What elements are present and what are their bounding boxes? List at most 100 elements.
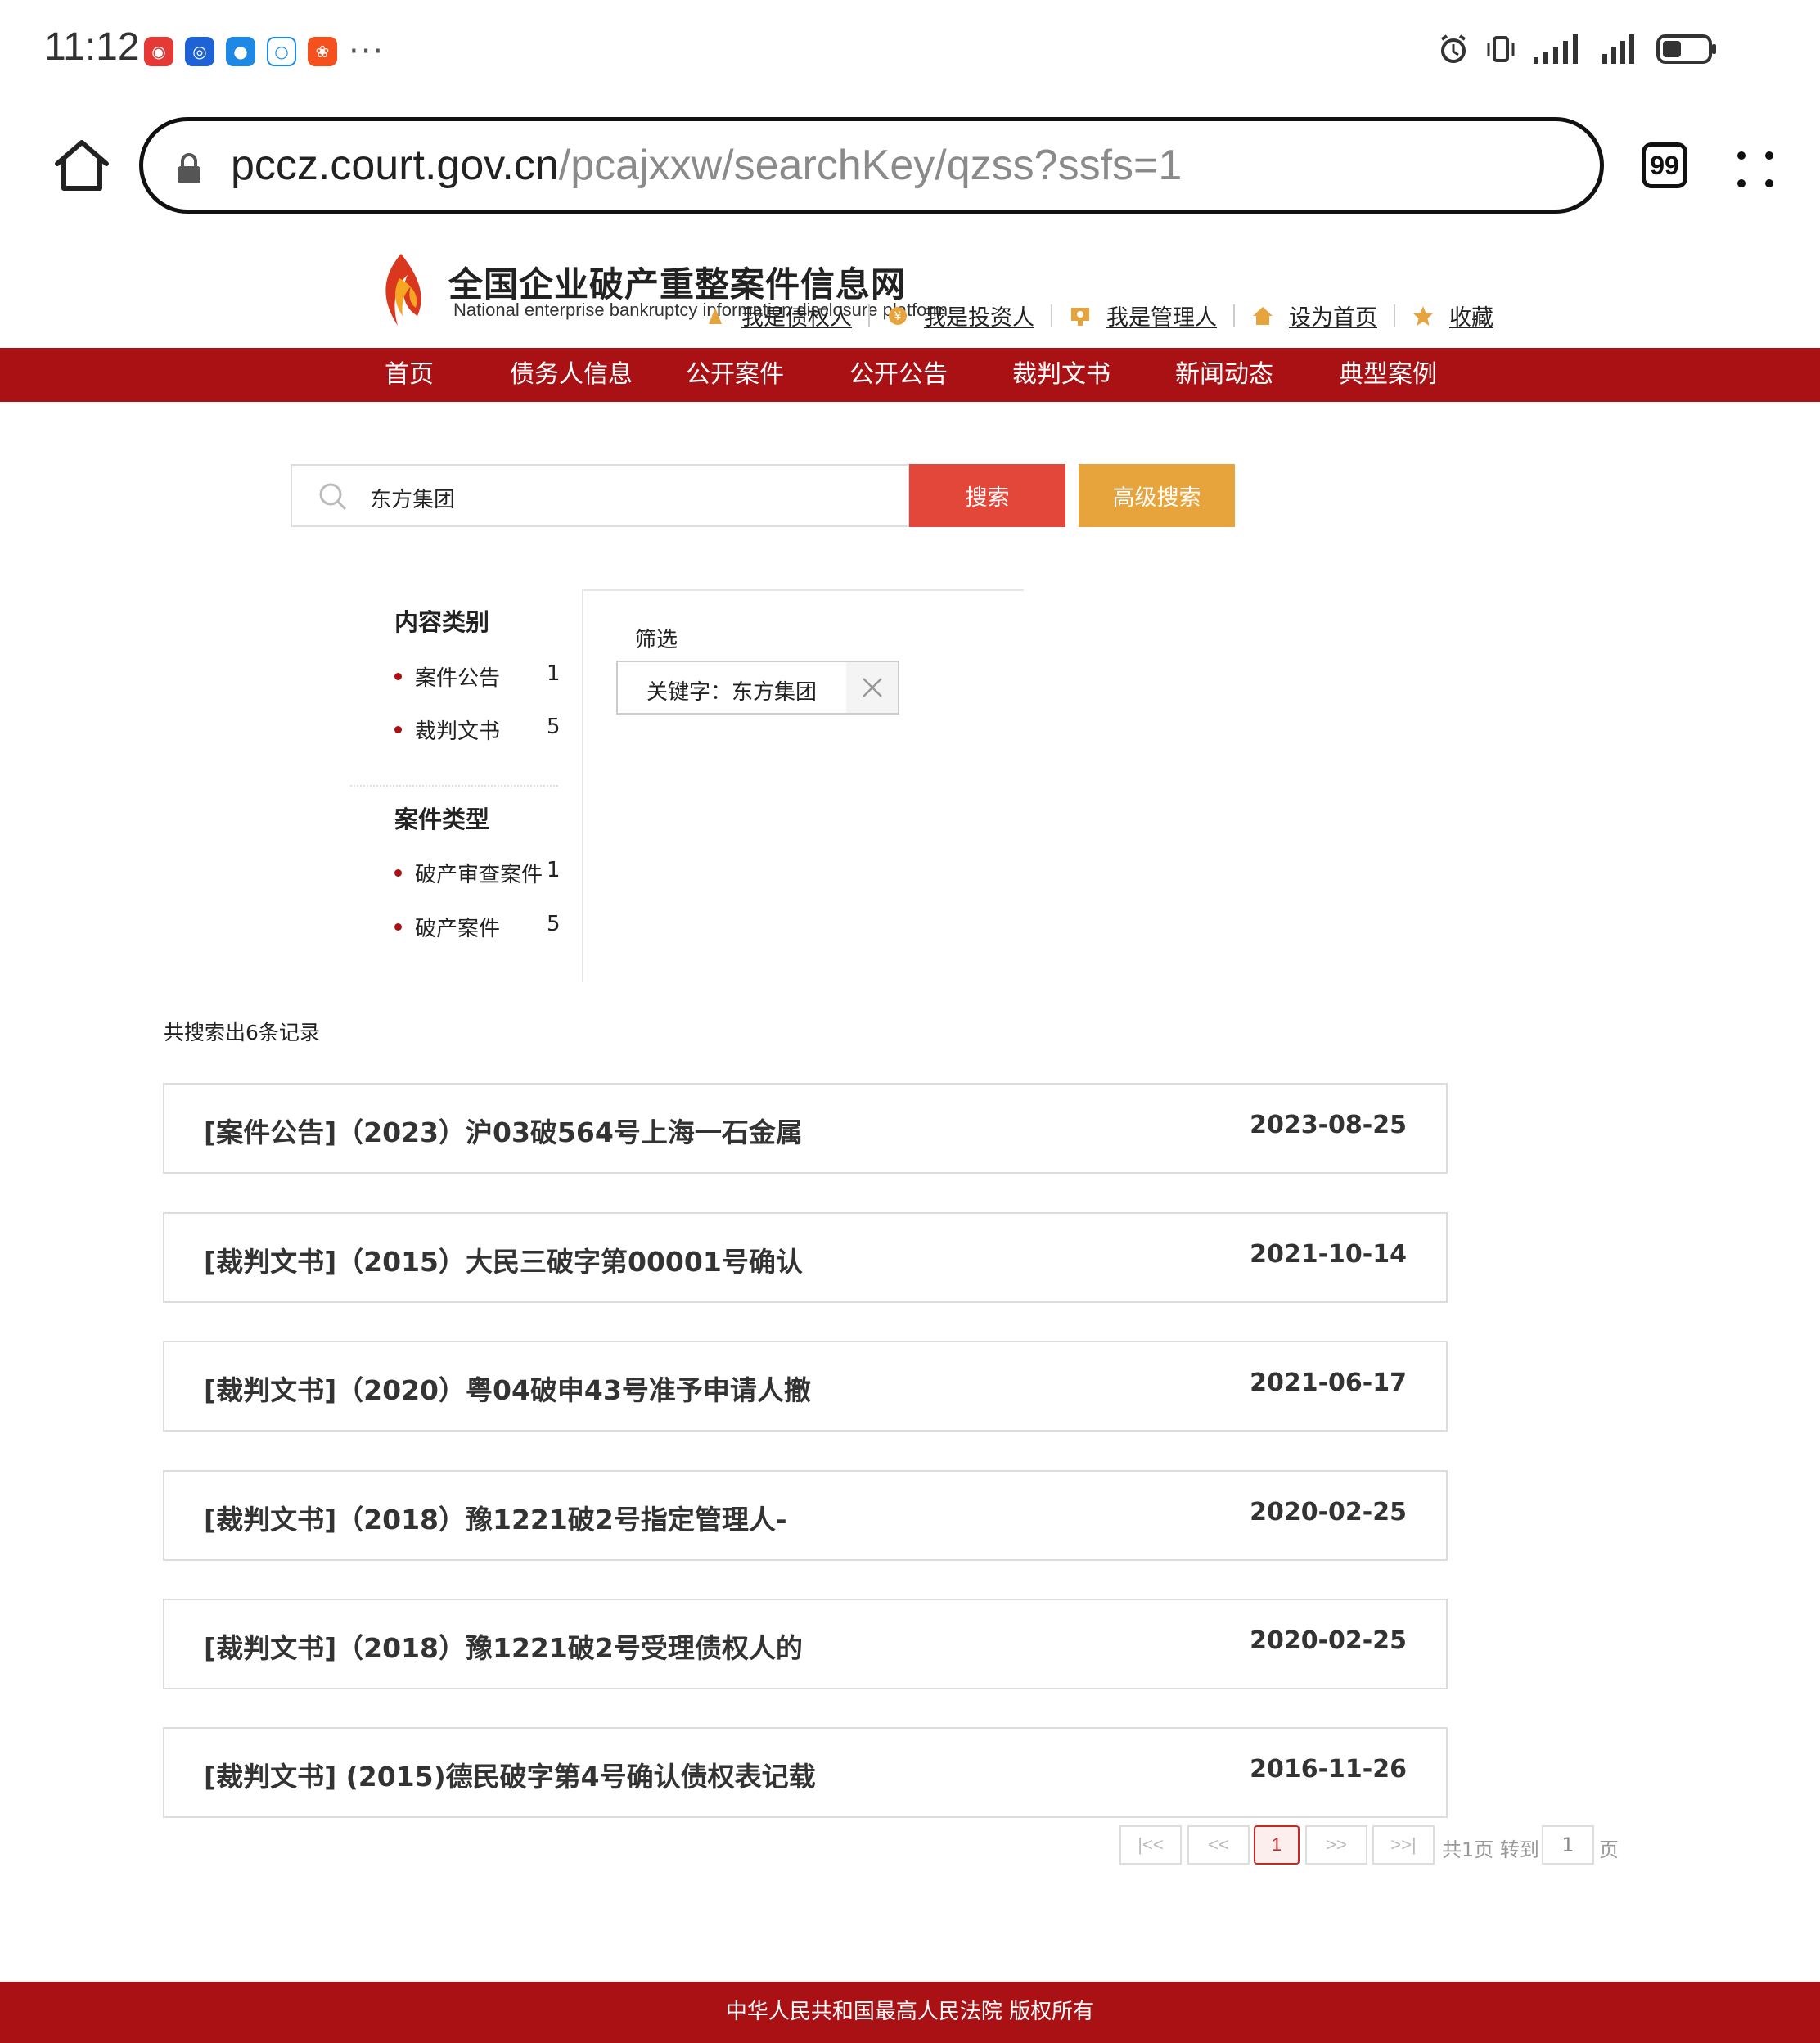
facet-count: 1 xyxy=(547,858,561,882)
result-title[interactable]: [裁判文书] (2015)德民破字第4号确认债权表记载 xyxy=(204,1755,816,1794)
bullet xyxy=(394,726,402,733)
nav-debtor-info[interactable]: 债务人信息 xyxy=(510,348,633,402)
search-value: 东方集团 xyxy=(370,488,456,512)
svg-text:¥: ¥ xyxy=(894,310,902,323)
panel-divider xyxy=(582,589,583,982)
lock-icon xyxy=(178,153,200,183)
favorite-link-label: 收藏 xyxy=(1449,305,1493,331)
investor-link[interactable]: ¥ 我是投资人 xyxy=(886,300,1034,331)
url-text[interactable]: pccz.court.gov.cn/pcajxxw/searchKey/qzss… xyxy=(231,141,1182,190)
menu-dots-icon[interactable] xyxy=(1735,149,1776,190)
nav-public-cases[interactable]: 公开案件 xyxy=(686,348,784,402)
home-icon xyxy=(1253,306,1273,325)
page-total: 共1页 转到 xyxy=(1442,1838,1539,1861)
signal-icon xyxy=(1534,34,1578,64)
result-summary: 共搜索出6条记录 xyxy=(164,1021,320,1044)
result-row[interactable]: [裁判文书]（2018）豫1221破2号受理债权人的 2020-02-25 xyxy=(163,1599,1448,1689)
page-unit: 页 xyxy=(1599,1838,1619,1861)
nav-typical-cases[interactable]: 典型案例 xyxy=(1339,348,1437,402)
bullet xyxy=(394,869,402,877)
nav-public-notices[interactable]: 公开公告 xyxy=(849,348,948,402)
app-message-icon: ● xyxy=(226,37,255,66)
facet-label: 破产案件 xyxy=(415,917,501,941)
set-homepage-link[interactable]: 设为首页 xyxy=(1251,300,1377,331)
result-row[interactable]: [裁判文书]（2015）大民三破字第00001号确认 2021-10-14 xyxy=(163,1212,1448,1303)
facet-case-notice[interactable]: 案件公告 xyxy=(394,661,500,692)
site-logo xyxy=(385,254,421,326)
result-date: 2021-06-17 xyxy=(1250,1369,1407,1397)
panel-divider xyxy=(582,589,1024,591)
facet-divider xyxy=(350,785,558,787)
filter-remove-button[interactable] xyxy=(846,662,898,713)
app-red-icon: ◉ xyxy=(144,37,173,66)
creditor-link[interactable]: 我是债权人 xyxy=(704,300,852,331)
favorite-link[interactable]: 收藏 xyxy=(1412,300,1493,331)
result-title[interactable]: [裁判文书]（2020）粤04破申43号准予申请人撤 xyxy=(204,1369,811,1408)
set-homepage-label: 设为首页 xyxy=(1289,305,1377,331)
filter-label: 筛选 xyxy=(635,628,678,652)
creditor-icon xyxy=(709,307,722,324)
link-separator xyxy=(1233,304,1235,327)
result-date: 2016-11-26 xyxy=(1250,1755,1407,1784)
close-icon xyxy=(862,678,882,697)
last-page-button[interactable]: >>| xyxy=(1372,1825,1435,1865)
status-right-icons xyxy=(1437,29,1719,69)
result-date: 2020-02-25 xyxy=(1250,1498,1407,1527)
result-title[interactable]: [裁判文书]（2015）大民三破字第00001号确认 xyxy=(204,1240,803,1279)
next-page-button[interactable]: >> xyxy=(1305,1825,1367,1865)
alarm-icon xyxy=(1440,34,1466,63)
current-page-button[interactable]: 1 xyxy=(1254,1825,1300,1865)
facet-bankruptcy-case[interactable]: 破产案件 xyxy=(394,912,500,942)
first-page-button[interactable]: |<< xyxy=(1119,1825,1182,1865)
result-row[interactable]: [裁判文书]（2018）豫1221破2号指定管理人- 2020-02-25 xyxy=(163,1470,1448,1561)
investor-icon: ¥ xyxy=(889,306,907,325)
facet-bankruptcy-review[interactable]: 破产审查案件 xyxy=(394,858,543,888)
facet-count: 1 xyxy=(547,661,561,686)
facet-label: 裁判文书 xyxy=(415,719,501,744)
case-type-title: 案件类型 xyxy=(394,805,490,833)
result-row[interactable]: [裁判文书]（2020）粤04破申43号准予申请人撤 2021-06-17 xyxy=(163,1341,1448,1432)
tab-count-button[interactable]: 99 xyxy=(1642,142,1687,188)
nav-judgments[interactable]: 裁判文书 xyxy=(1012,348,1110,402)
app-chat-icon: ○ xyxy=(267,37,296,66)
nav-news[interactable]: 新闻动态 xyxy=(1175,348,1273,402)
prev-page-button[interactable]: << xyxy=(1187,1825,1250,1865)
result-title[interactable]: [案件公告]（2023）沪03破564号上海一石金属 xyxy=(204,1111,803,1150)
result-title[interactable]: [裁判文书]（2018）豫1221破2号指定管理人- xyxy=(204,1498,787,1537)
advanced-search-button[interactable]: 高级搜索 xyxy=(1079,464,1235,527)
top-links: 我是债权人 ¥ 我是投资人 我是管理人 设为首页 收藏 xyxy=(704,300,1493,331)
bullet xyxy=(394,923,402,931)
facet-judgment[interactable]: 裁判文书 xyxy=(394,715,500,745)
battery-icon xyxy=(1656,34,1716,64)
link-separator xyxy=(1394,304,1395,327)
facet-label: 破产审查案件 xyxy=(415,863,543,887)
facet-count: 5 xyxy=(547,715,561,739)
nav-home[interactable]: 首页 xyxy=(385,348,434,402)
search-button[interactable]: 搜索 xyxy=(909,464,1065,527)
manager-link-label: 我是管理人 xyxy=(1106,305,1217,331)
link-separator xyxy=(868,304,870,327)
investor-link-label: 我是投资人 xyxy=(924,305,1034,331)
manager-icon xyxy=(1071,307,1089,326)
result-row[interactable]: [案件公告]（2023）沪03破564号上海一石金属 2023-08-25 xyxy=(163,1083,1448,1174)
link-separator xyxy=(1051,304,1052,327)
result-date: 2023-08-25 xyxy=(1250,1111,1407,1139)
result-date: 2021-10-14 xyxy=(1250,1240,1407,1269)
result-title[interactable]: [裁判文书]（2018）豫1221破2号受理债权人的 xyxy=(204,1626,803,1666)
app-orange-icon: ❀ xyxy=(308,37,337,66)
signal-icon xyxy=(1602,34,1634,64)
content-category-title: 内容类别 xyxy=(394,608,490,636)
result-date: 2020-02-25 xyxy=(1250,1626,1407,1655)
vibrate-icon xyxy=(1487,36,1515,62)
home-button[interactable] xyxy=(52,136,111,195)
result-row[interactable]: [裁判文书] (2015)德民破字第4号确认债权表记载 2016-11-26 xyxy=(163,1727,1448,1818)
goto-page-input[interactable]: 1 xyxy=(1542,1825,1594,1865)
bullet xyxy=(394,673,402,680)
star-icon xyxy=(1413,305,1433,326)
status-time: 11:12 xyxy=(44,25,140,69)
creditor-link-label: 我是债权人 xyxy=(741,305,852,331)
app-blue-icon: ◎ xyxy=(185,37,214,66)
url-host: pccz.court.gov.cn xyxy=(231,142,559,189)
manager-link[interactable]: 我是管理人 xyxy=(1069,300,1217,331)
facet-label: 案件公告 xyxy=(415,666,501,691)
